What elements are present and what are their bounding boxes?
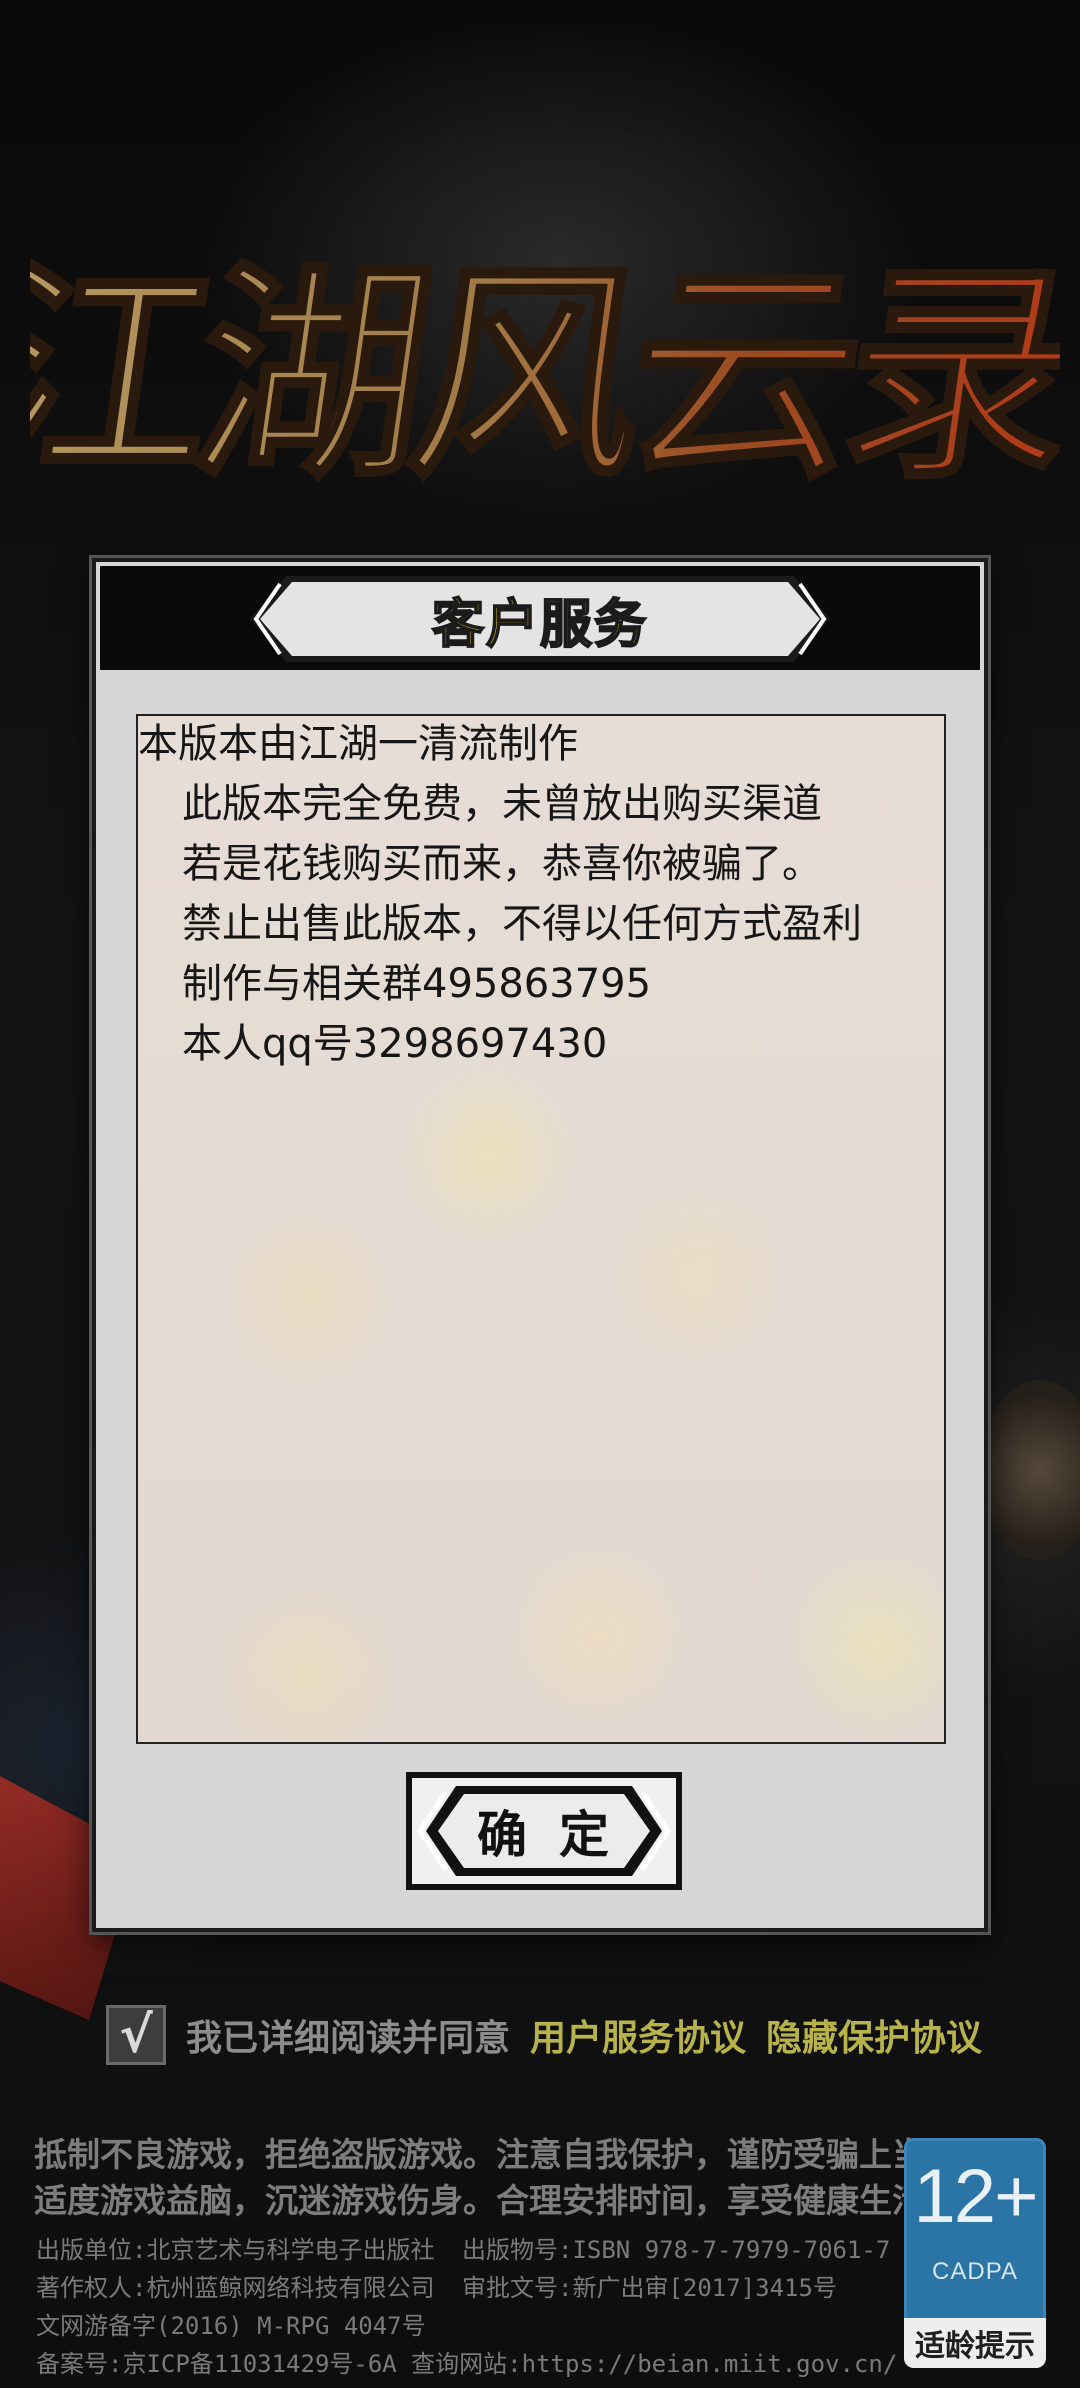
background-art-right [980,1380,1080,1560]
svg-text:江湖风云录: 江湖风云录 [30,239,1060,510]
health-notice-line-2: 适度游戏益脑，沉迷游戏伤身。合理安排时间，享受健康生活。 [34,2181,958,2220]
service-agreement-link[interactable]: 用户服务协议 [530,2009,746,2061]
game-logo: 江湖风云录 [30,237,1060,512]
icp-info: 备案号:京ICP备11031429号-6A 查询网站:https://beian… [36,2350,898,2378]
dialog-title: 客户服务 [431,594,648,656]
check-mark-icon: √ [119,2006,153,2064]
health-notice: 抵制不良游戏，拒绝盗版游戏。注意自我保护，谨防受骗上当。 适度游戏益脑，沉迷游戏… [34,2132,958,2224]
content-line-1: 本版本由江湖一清流制作 [138,721,578,767]
title-plate: 客户服务 [250,576,830,662]
health-notice-line-1: 抵制不良游戏，拒绝盗版游戏。注意自我保护，谨防受骗上当。 [34,2135,958,2174]
agreement-row: √ 我已详细阅读并同意 用户服务协议 隐藏保护协议 [106,2000,982,2070]
confirm-button[interactable]: 确定 [406,1772,682,1890]
confirm-button-label: 确定 [477,1806,641,1864]
content-line-4: 禁止出售此版本，不得以任何方式盈利 [182,901,862,947]
publisher-info: 出版单位:北京艺术与科学电子出版社 [36,2236,435,2264]
privacy-agreement-link[interactable]: 隐藏保护协议 [766,2009,982,2061]
age-rating-badge: 12+ CADPA 适龄提示 [904,2138,1046,2368]
age-rating-org: CADPA [932,2258,1018,2285]
approval-info: 审批文号:新广出审[2017]3415号 [462,2274,837,2302]
dialog-header: 客户服务 [100,566,980,670]
content-line-2: 此版本完全免费，未曾放出购买渠道 [182,781,822,827]
culture-license-info: 文网游备字(2016) M-RPG 4047号 [36,2312,426,2340]
content-box: 本版本由江湖一清流制作 此版本完全免费，未曾放出购买渠道 若是花钱购买而来，恭喜… [136,714,946,1744]
content-line-5: 制作与相关群495863795 [182,961,652,1007]
content-line-3: 若是花钱购买而来，恭喜你被骗了。 [182,841,822,887]
isbn-info: 出版物号:ISBN 978-7-7979-7061-7 [462,2236,891,2264]
agree-text: 我已详细阅读并同意 [186,2018,511,2059]
game-screen: 江湖风云录 客户服务 本版本由江湖一清流制作 此版本完全免费，未曾放出购买渠道 … [0,0,1080,2388]
customer-service-dialog: 客户服务 本版本由江湖一清流制作 此版本完全免费，未曾放出购买渠道 若是花钱购买… [92,558,988,1932]
agree-checkbox[interactable]: √ [106,2005,166,2065]
age-rating-tip: 适龄提示 [904,2318,1046,2368]
age-rating-number: 12+ [913,2154,1039,2239]
content-line-6: 本人qq号3298697430 [182,1021,608,1067]
copyright-info: 著作权人:杭州蓝鲸网络科技有限公司 [36,2274,435,2302]
